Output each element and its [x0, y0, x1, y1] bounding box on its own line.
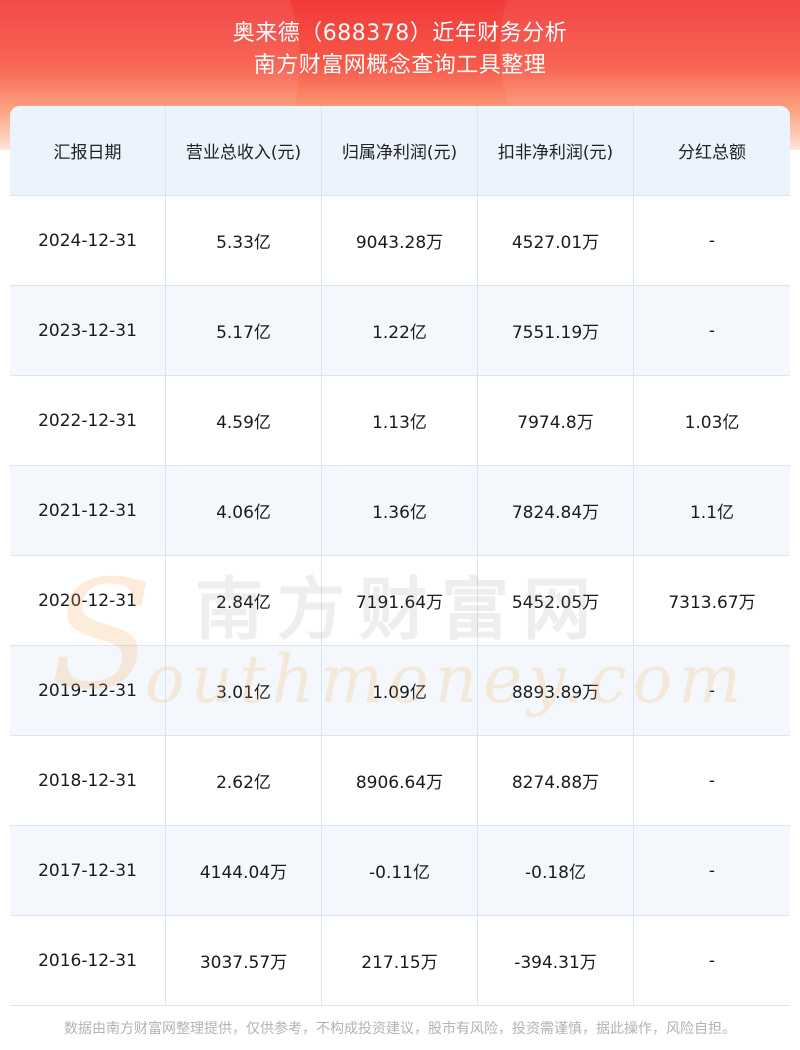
cell-dividend: - — [634, 736, 790, 826]
title-block: 奥来德（688378）近年财务分析 南方财富网概念查询工具整理 — [0, 18, 800, 82]
column-header-net-profit: 归属净利润(元) — [322, 106, 478, 196]
cell-date: 2019-12-31 — [10, 646, 166, 736]
table-row: 2017-12-31 4144.04万 -0.11亿 -0.18亿 - — [10, 826, 790, 916]
cell-date: 2018-12-31 — [10, 736, 166, 826]
cell-dividend: 1.03亿 — [634, 376, 790, 466]
cell-dividend: - — [634, 826, 790, 916]
column-header-revenue: 营业总收入(元) — [166, 106, 322, 196]
cell-revenue: 3.01亿 — [166, 646, 322, 736]
cell-date: 2023-12-31 — [10, 286, 166, 376]
cell-revenue: 3037.57万 — [166, 916, 322, 1006]
table-header-row: 汇报日期 营业总收入(元) 归属净利润(元) 扣非净利润(元) 分红总额 — [10, 106, 790, 196]
cell-revenue: 2.84亿 — [166, 556, 322, 646]
cell-date: 2017-12-31 — [10, 826, 166, 916]
cell-dividend: - — [634, 286, 790, 376]
cell-deducted-profit: 8274.88万 — [478, 736, 634, 826]
cell-net-profit: 217.15万 — [322, 916, 478, 1006]
cell-deducted-profit: 5452.05万 — [478, 556, 634, 646]
cell-date: 2022-12-31 — [10, 376, 166, 466]
cell-dividend: 1.1亿 — [634, 466, 790, 556]
cell-deducted-profit: 7824.84万 — [478, 466, 634, 556]
financial-table: 汇报日期 营业总收入(元) 归属净利润(元) 扣非净利润(元) 分红总额 202… — [10, 106, 790, 1006]
cell-revenue: 4144.04万 — [166, 826, 322, 916]
page-title: 奥来德（688378）近年财务分析 — [232, 21, 568, 46]
table-row: 2018-12-31 2.62亿 8906.64万 8274.88万 - — [10, 736, 790, 826]
cell-deducted-profit: 8893.89万 — [478, 646, 634, 736]
footer-disclaimer: 数据由南方财富网整理提供，仅供参考，不构成投资建议，股市有风险，投资需谨慎，据此… — [0, 1006, 800, 1050]
table-row: 2019-12-31 3.01亿 1.09亿 8893.89万 - — [10, 646, 790, 736]
table-row: 2020-12-31 2.84亿 7191.64万 5452.05万 7313.… — [10, 556, 790, 646]
cell-dividend: - — [634, 916, 790, 1006]
cell-dividend: 7313.67万 — [634, 556, 790, 646]
cell-dividend: - — [634, 646, 790, 736]
cell-deducted-profit: 7551.19万 — [478, 286, 634, 376]
cell-revenue: 5.17亿 — [166, 286, 322, 376]
cell-revenue: 4.59亿 — [166, 376, 322, 466]
cell-deducted-profit: 4527.01万 — [478, 196, 634, 286]
cell-revenue: 5.33亿 — [166, 196, 322, 286]
cell-date: 2020-12-31 — [10, 556, 166, 646]
cell-net-profit: 8906.64万 — [322, 736, 478, 826]
table-row: 2016-12-31 3037.57万 217.15万 -394.31万 - — [10, 916, 790, 1006]
table-row: 2021-12-31 4.06亿 1.36亿 7824.84万 1.1亿 — [10, 466, 790, 556]
cell-net-profit: 9043.28万 — [322, 196, 478, 286]
cell-date: 2024-12-31 — [10, 196, 166, 286]
table-row: 2022-12-31 4.59亿 1.13亿 7974.8万 1.03亿 — [10, 376, 790, 466]
column-header-deducted-profit: 扣非净利润(元) — [478, 106, 634, 196]
cell-net-profit: -0.11亿 — [322, 826, 478, 916]
page-subtitle: 南方财富网概念查询工具整理 — [253, 53, 547, 78]
cell-revenue: 2.62亿 — [166, 736, 322, 826]
cell-net-profit: 1.36亿 — [322, 466, 478, 556]
cell-deducted-profit: -394.31万 — [478, 916, 634, 1006]
cell-net-profit: 7191.64万 — [322, 556, 478, 646]
cell-net-profit: 1.22亿 — [322, 286, 478, 376]
table-row: 2023-12-31 5.17亿 1.22亿 7551.19万 - — [10, 286, 790, 376]
cell-dividend: - — [634, 196, 790, 286]
table-row: 2024-12-31 5.33亿 9043.28万 4527.01万 - — [10, 196, 790, 286]
cell-deducted-profit: -0.18亿 — [478, 826, 634, 916]
cell-net-profit: 1.13亿 — [322, 376, 478, 466]
column-header-date: 汇报日期 — [10, 106, 166, 196]
column-header-dividend: 分红总额 — [634, 106, 790, 196]
cell-date: 2021-12-31 — [10, 466, 166, 556]
cell-date: 2016-12-31 — [10, 916, 166, 1006]
cell-deducted-profit: 7974.8万 — [478, 376, 634, 466]
cell-net-profit: 1.09亿 — [322, 646, 478, 736]
cell-revenue: 4.06亿 — [166, 466, 322, 556]
